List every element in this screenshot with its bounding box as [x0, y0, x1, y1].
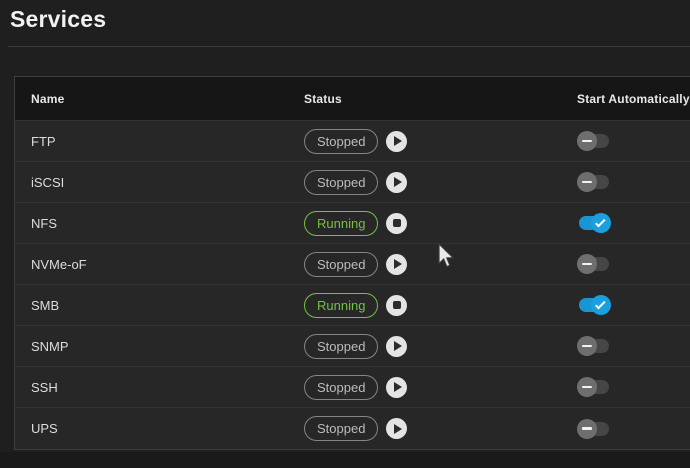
status-badge: Stopped [304, 170, 378, 195]
table-row: SSH Stopped [15, 367, 690, 408]
service-name: NVMe-oF [15, 257, 288, 272]
autostart-toggle[interactable] [577, 419, 611, 439]
autostart-toggle[interactable] [577, 254, 611, 274]
play-icon [394, 341, 402, 351]
dash-icon [582, 345, 592, 348]
table-row: FTP Stopped [15, 121, 690, 162]
toggle-knob [577, 172, 597, 192]
table-row: UPS Stopped [15, 408, 690, 449]
status-badge: Stopped [304, 129, 378, 154]
dash-icon [582, 427, 592, 430]
service-name: UPS [15, 421, 288, 436]
service-name: NFS [15, 216, 288, 231]
table-header-row: Name Status Start Automatically [15, 77, 690, 121]
autostart-toggle[interactable] [577, 336, 611, 356]
service-name: SMB [15, 298, 288, 313]
stop-icon [393, 301, 401, 309]
column-header-status: Status [288, 92, 561, 106]
page-title: Services [10, 6, 106, 33]
status-badge: Stopped [304, 416, 378, 441]
start-service-button[interactable] [386, 418, 407, 439]
play-icon [394, 136, 402, 146]
status-badge: Stopped [304, 375, 378, 400]
service-name: iSCSI [15, 175, 288, 190]
autostart-toggle[interactable] [577, 172, 611, 192]
services-table: Name Status Start Automatically FTP Stop… [14, 76, 690, 450]
play-icon [394, 177, 402, 187]
column-header-name: Name [15, 92, 288, 106]
service-name: FTP [15, 134, 288, 149]
toggle-knob [577, 254, 597, 274]
toggle-knob [591, 295, 611, 315]
title-divider [8, 46, 690, 47]
play-icon [394, 382, 402, 392]
autostart-toggle[interactable] [577, 295, 611, 315]
toggle-knob [591, 213, 611, 233]
table-row: iSCSI Stopped [15, 162, 690, 203]
autostart-toggle[interactable] [577, 377, 611, 397]
service-name: SNMP [15, 339, 288, 354]
start-service-button[interactable] [386, 172, 407, 193]
start-service-button[interactable] [386, 131, 407, 152]
autostart-toggle[interactable] [577, 131, 611, 151]
play-icon [394, 424, 402, 434]
table-row: NVMe-oF Stopped [15, 244, 690, 285]
page-footer-area [0, 452, 690, 468]
table-row: SMB Running [15, 285, 690, 326]
service-name: SSH [15, 380, 288, 395]
status-badge: Running [304, 211, 378, 236]
dash-icon [582, 386, 592, 389]
autostart-toggle[interactable] [577, 213, 611, 233]
table-row: NFS Running [15, 203, 690, 244]
dash-icon [582, 181, 592, 184]
stop-icon [393, 219, 401, 227]
toggle-knob [577, 131, 597, 151]
status-badge: Running [304, 293, 378, 318]
dash-icon [582, 263, 592, 266]
status-badge: Stopped [304, 252, 378, 277]
play-icon [394, 259, 402, 269]
stop-service-button[interactable] [386, 213, 407, 234]
toggle-knob [577, 419, 597, 439]
check-icon [595, 298, 606, 309]
toggle-knob [577, 377, 597, 397]
check-icon [595, 216, 606, 227]
toggle-knob [577, 336, 597, 356]
stop-service-button[interactable] [386, 295, 407, 316]
start-service-button[interactable] [386, 254, 407, 275]
table-body: FTP Stopped iSCSI Stopped [15, 121, 690, 449]
status-badge: Stopped [304, 334, 378, 359]
table-row: SNMP Stopped [15, 326, 690, 367]
column-header-start-automatically: Start Automatically [561, 92, 690, 106]
dash-icon [582, 140, 592, 143]
start-service-button[interactable] [386, 377, 407, 398]
start-service-button[interactable] [386, 336, 407, 357]
